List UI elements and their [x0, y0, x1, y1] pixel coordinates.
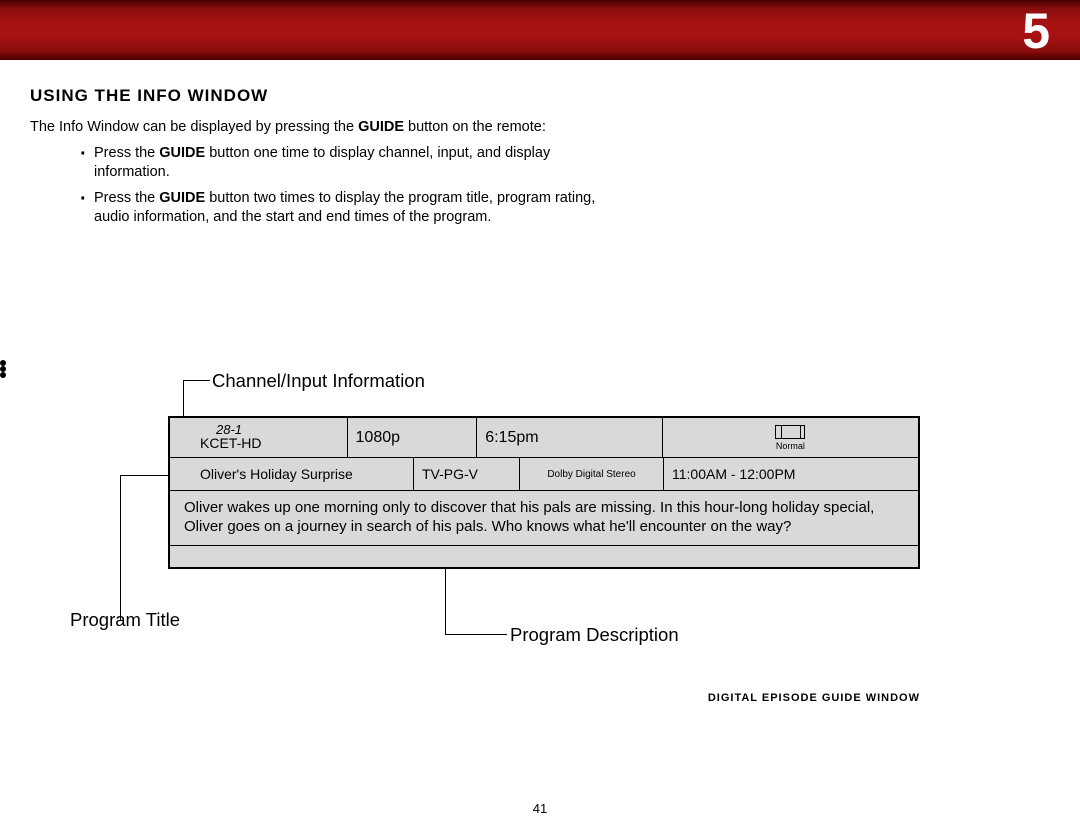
aspect-label: Normal [776, 441, 805, 451]
chapter-number: 5 [1022, 2, 1050, 60]
cell-current-time: 6:15pm [477, 418, 663, 457]
page-number: 41 [0, 801, 1080, 816]
cell-audio: Dolby Digital Stereo [520, 458, 664, 490]
connector-dot [0, 372, 6, 378]
connector-line [445, 634, 507, 635]
instruction-list: Press the GUIDE button one time to displ… [30, 144, 610, 226]
connector-line [183, 380, 210, 381]
cell-program-title: Oliver's Holiday Surprise [170, 458, 414, 490]
bullet-guide-word: GUIDE [159, 145, 205, 161]
info-window-table: 28-1 KCET-HD 1080p 6:15pm Normal Oliver'… [168, 416, 920, 569]
cell-resolution: 1080p [348, 418, 478, 457]
intro-guide-word: GUIDE [358, 119, 404, 135]
table-row: Oliver wakes up one morning only to disc… [170, 491, 918, 545]
bullet-text-pre: Press the [94, 145, 159, 161]
cell-description: Oliver wakes up one morning only to disc… [170, 491, 918, 545]
intro-text-post: button on the remote: [404, 119, 546, 135]
callout-channel-input: Channel/Input Information [212, 370, 425, 392]
channel-callsign: KCET-HD [200, 436, 339, 451]
callout-program-title: Program Title [70, 609, 180, 631]
instruction-item: Press the GUIDE button one time to displ… [80, 144, 610, 181]
bullet-guide-word: GUIDE [159, 190, 205, 206]
cell-aspect-mode: Normal [663, 418, 918, 457]
cell-rating: TV-PG-V [414, 458, 520, 490]
body-content: USING THE INFO WINDOW The Info Window ca… [0, 60, 1080, 226]
aspect-ratio-icon [775, 425, 805, 439]
table-row: 28-1 KCET-HD 1080p 6:15pm Normal [170, 418, 918, 458]
instruction-item: Press the GUIDE button two times to disp… [80, 189, 610, 226]
callout-program-description: Program Description [510, 624, 679, 646]
diagram-caption: DIGITAL EPISODE GUIDE WINDOW [708, 692, 920, 704]
chapter-header-bar: 5 [0, 0, 1080, 60]
table-row: Oliver's Holiday Surprise TV-PG-V Dolby … [170, 458, 918, 491]
cell-channel: 28-1 KCET-HD [170, 418, 348, 457]
cell-timespan: 11:00AM - 12:00PM [664, 458, 918, 490]
intro-text-pre: The Info Window can be displayed by pres… [30, 119, 358, 135]
table-blank-row [170, 545, 918, 567]
manual-page: 5 USING THE INFO WINDOW The Info Window … [0, 0, 1080, 834]
intro-paragraph: The Info Window can be displayed by pres… [30, 118, 590, 136]
connector-line [120, 475, 121, 621]
section-heading: USING THE INFO WINDOW [30, 86, 1050, 106]
bullet-text-pre: Press the [94, 190, 159, 206]
info-window-diagram: Channel/Input Information Program Title … [0, 360, 1080, 740]
